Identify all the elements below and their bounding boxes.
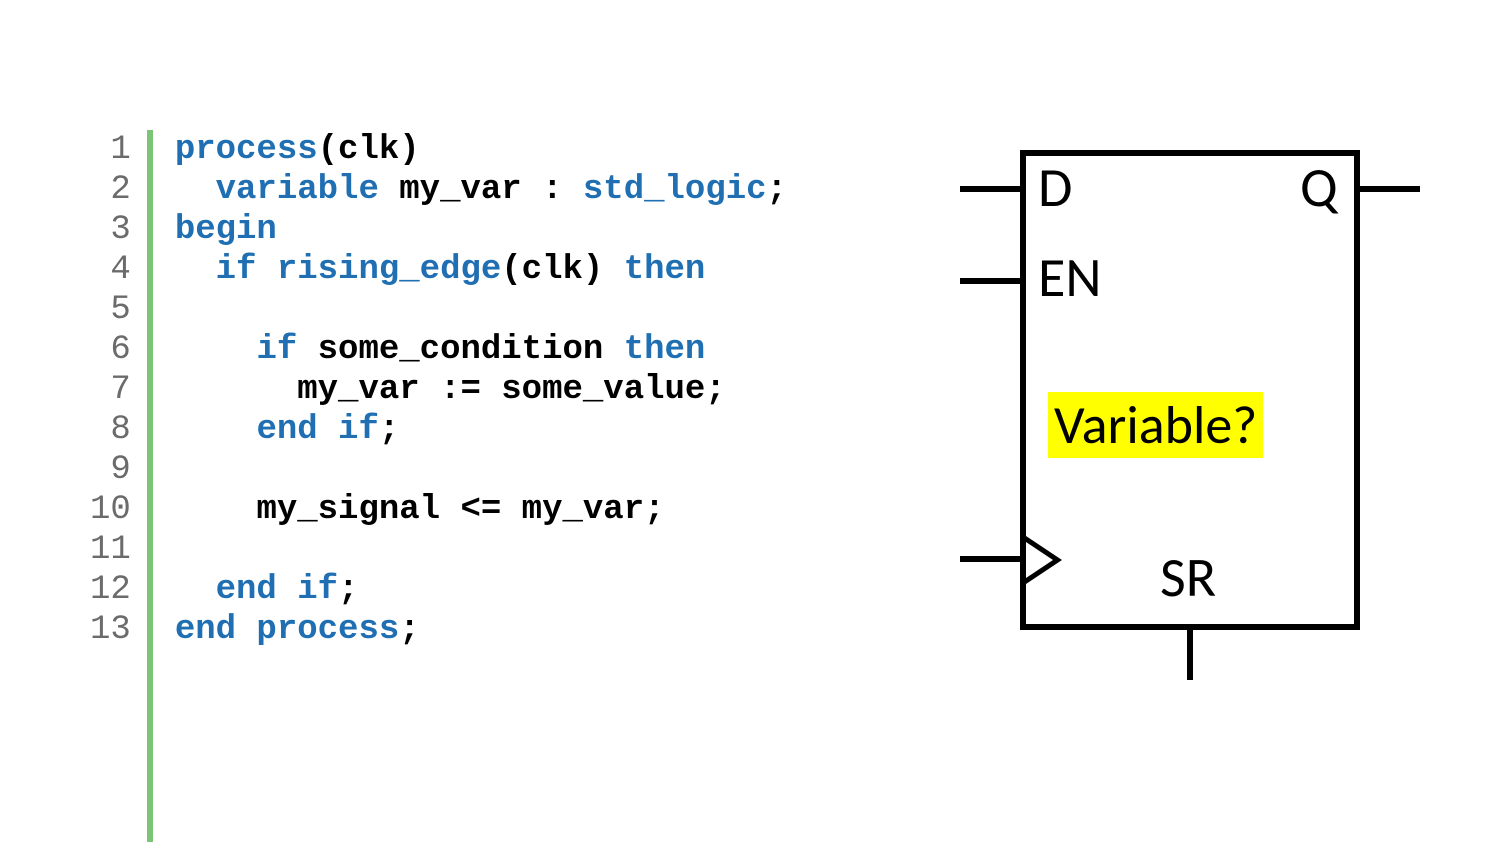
line-number: 2 [110,170,130,210]
code-line: my_var := some_value; [175,370,787,410]
clock-triangle-inner [1026,542,1053,578]
pin-d-wire [960,186,1020,192]
line-number: 1 [110,130,130,170]
line-number: 6 [110,330,130,370]
line-number: 10 [90,490,131,530]
code-line [175,530,787,570]
code-line: process(clk) [175,130,787,170]
line-number: 8 [110,410,130,450]
line-number: 7 [110,370,130,410]
code-line [175,290,787,330]
line-number: 9 [110,450,130,490]
code-line: end if; [175,410,787,450]
code-line: begin [175,210,787,250]
code-line: my_signal <= my_var; [175,490,787,530]
label-en: EN [1038,244,1102,312]
label-d: D [1038,154,1072,222]
line-number: 11 [90,530,131,570]
label-q: Q [1300,154,1338,222]
code-line: variable my_var : std_logic; [175,170,787,210]
pin-sr-wire [1187,630,1193,680]
line-number-gutter: 12345678910111213 [90,130,147,842]
code-lines: process(clk) variable my_var : std_logic… [175,130,787,842]
flipflop-diagram: D Q EN Variable? SR [960,140,1400,700]
label-sr: SR [1160,544,1216,612]
code-border [147,130,153,842]
line-number: 5 [110,290,130,330]
code-line: if rising_edge(clk) then [175,250,787,290]
pin-en-wire [960,278,1020,284]
line-number: 12 [90,570,131,610]
pin-q-wire [1360,186,1420,192]
code-line: if some_condition then [175,330,787,370]
code-line: end process; [175,610,787,650]
code-line [175,450,787,490]
label-variable-highlight: Variable? [1048,392,1263,458]
line-number: 4 [110,250,130,290]
line-number: 13 [90,610,131,650]
code-panel: 12345678910111213 process(clk) variable … [0,0,787,842]
code-line: end if; [175,570,787,610]
pin-clk-wire [960,556,1020,562]
line-number: 3 [110,210,130,250]
